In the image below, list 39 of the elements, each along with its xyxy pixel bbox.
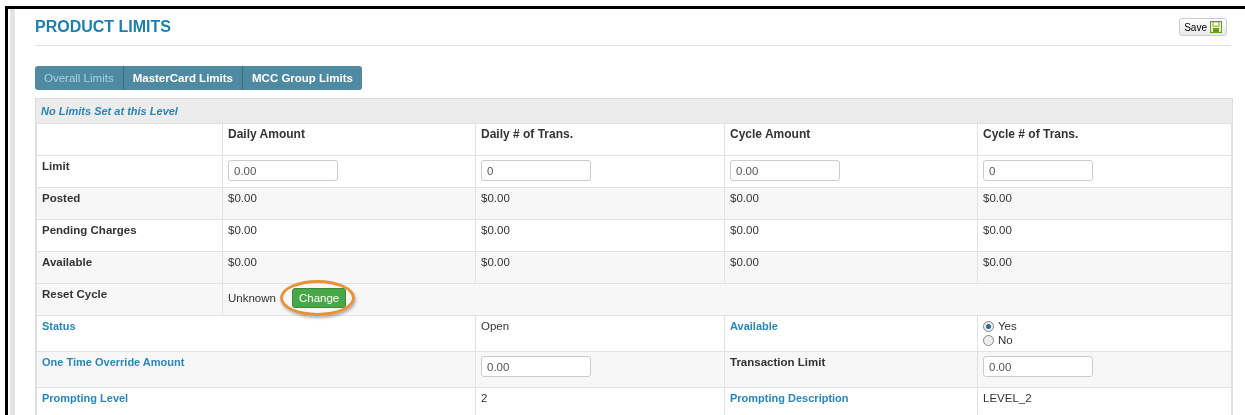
radio-option[interactable]: No xyxy=(983,334,1226,346)
table-cell: $0.00 xyxy=(475,187,725,220)
column-header: Daily # of Trans. xyxy=(475,123,725,156)
field-value: LEVEL_2 xyxy=(983,392,1032,404)
radio-option[interactable]: Yes xyxy=(983,320,1226,332)
table-cell: $0.00 xyxy=(977,251,1232,284)
input-field[interactable]: 0 xyxy=(983,160,1093,181)
row-label: Available xyxy=(36,251,223,284)
table-cell: $0.00 xyxy=(977,187,1232,220)
row-label: Limit xyxy=(36,155,223,188)
field-value: Unknown xyxy=(228,292,276,304)
page-title: PRODUCT LIMITS xyxy=(35,18,171,36)
notice-text: No Limits Set at this Level xyxy=(41,105,178,117)
column-header: Daily Amount xyxy=(222,123,476,156)
input-field[interactable]: 0.00 xyxy=(730,160,840,181)
input-field[interactable]: 0 xyxy=(481,160,591,181)
save-button[interactable]: Save xyxy=(1179,18,1227,36)
tab[interactable]: MasterCard Limits xyxy=(123,66,243,90)
table-cell: $0.00 xyxy=(977,219,1232,252)
column-header: Cycle Amount xyxy=(724,123,978,156)
field-label: Transaction Limit xyxy=(724,351,978,388)
table-cell: $0.00 xyxy=(724,187,978,220)
input-field[interactable]: 0.00 xyxy=(228,160,338,181)
tab[interactable]: MCC Group Limits xyxy=(243,66,362,90)
row-label: Posted xyxy=(36,187,223,220)
table-cell: $0.00 xyxy=(222,251,476,284)
row-label: Reset Cycle xyxy=(36,283,223,316)
input-field[interactable]: 0.00 xyxy=(481,356,591,377)
table-cell: $0.00 xyxy=(222,187,476,220)
field-value: Open xyxy=(481,320,510,332)
table-cell: $0.00 xyxy=(222,219,476,252)
table-cell: $0.00 xyxy=(475,219,725,252)
column-header: Cycle # of Trans. xyxy=(977,123,1232,156)
field-value: 2 xyxy=(481,392,488,404)
table-cell: $0.00 xyxy=(475,251,725,284)
row-label: Pending Charges xyxy=(36,219,223,252)
table-cell: $0.00 xyxy=(724,219,978,252)
input-field[interactable]: 0.00 xyxy=(983,356,1093,377)
table-cell: $0.00 xyxy=(724,251,978,284)
